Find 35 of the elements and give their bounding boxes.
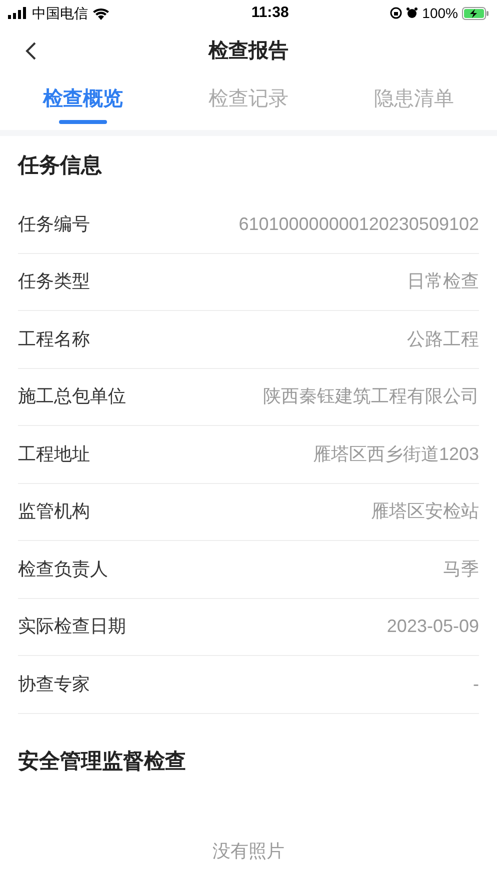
field-value: 陕西秦钰建筑工程有限公司 xyxy=(263,385,479,408)
field-label: 任务类型 xyxy=(18,270,90,294)
field-value: - xyxy=(473,672,479,696)
tab-underline xyxy=(58,120,107,124)
back-chevron-icon xyxy=(25,41,37,61)
section-title: 安全管理监督检查 xyxy=(18,748,187,774)
signal-icon xyxy=(8,7,28,19)
page-title: 检查报告 xyxy=(208,39,288,64)
field-label: 工程地址 xyxy=(18,442,90,466)
carrier-name: 中国电信 xyxy=(32,4,88,22)
section-title: 任务信息 xyxy=(18,153,103,179)
orientation-lock-icon xyxy=(390,7,402,19)
field-label: 任务编号 xyxy=(18,212,90,236)
field-value: 610100000000120230509102 xyxy=(238,212,479,236)
field-label: 协查专家 xyxy=(18,672,90,696)
tab[interactable]: 隐患清单 xyxy=(331,76,497,130)
tab[interactable]: 检查概览 xyxy=(0,76,166,130)
field-value: 雁塔区安检站 xyxy=(371,500,479,524)
battery-percent: 100% xyxy=(422,4,458,22)
field-label: 工程名称 xyxy=(18,328,90,351)
field-value: 日常检查 xyxy=(407,270,479,294)
tab[interactable]: 检查记录 xyxy=(166,76,332,130)
battery-charging-icon xyxy=(462,6,489,20)
field-label: 施工总包单位 xyxy=(18,385,126,408)
field-value: 马季 xyxy=(443,558,479,581)
field-label: 监管机构 xyxy=(18,500,90,524)
field-value: 公路工程 xyxy=(407,328,479,351)
field-value: 2023-05-09 xyxy=(386,615,479,638)
field-label: 检查负责人 xyxy=(18,558,108,581)
clock-time: 11:38 xyxy=(251,2,289,23)
empty-photos-text: 没有照片 xyxy=(212,840,286,862)
wifi-icon xyxy=(92,6,110,20)
field-value: 雁塔区西乡街道1203 xyxy=(312,442,479,466)
alarm-icon xyxy=(406,7,418,19)
field-label: 实际检查日期 xyxy=(18,615,126,638)
